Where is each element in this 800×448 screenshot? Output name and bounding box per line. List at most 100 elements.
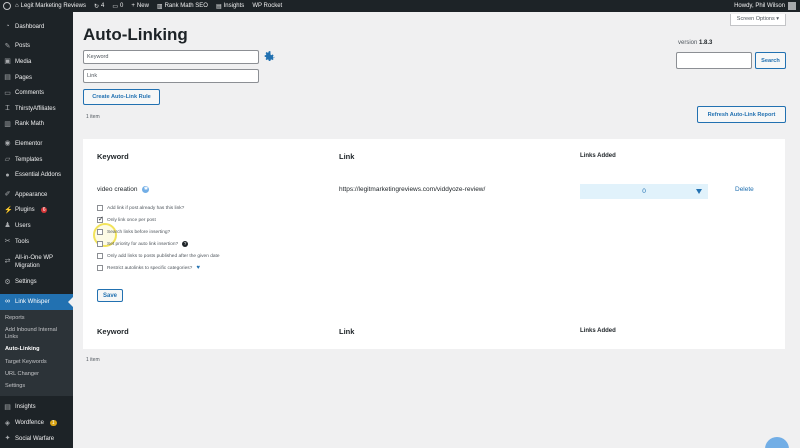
create-auto-link-rule-button[interactable]: Create Auto-Link Rule <box>83 89 160 105</box>
option-search-links[interactable]: Search links before inserting? <box>97 229 170 235</box>
wordpress-logo-icon[interactable] <box>3 2 11 10</box>
checkbox[interactable] <box>97 241 103 247</box>
auto-link-table: Keyword Link Links Added video creation … <box>83 139 785 349</box>
sidebar-item-dashboard[interactable]: ◔ Dashboard <box>0 19 73 35</box>
option-label: Search links before inserting? <box>107 229 171 235</box>
footer-header-keyword[interactable]: Keyword <box>97 327 129 336</box>
sidebar-item-wordfence[interactable]: ◈ Wordfence 1 <box>0 415 73 431</box>
save-button[interactable]: Save <box>97 289 123 302</box>
social-icon: ✦ <box>4 435 11 443</box>
sidebar-item-label: Plugins <box>15 207 35 214</box>
sidebar-item-media[interactable]: ▣ Media <box>0 54 73 70</box>
page-title: Auto-Linking <box>83 25 188 44</box>
link-input[interactable]: Link <box>83 69 259 83</box>
checkbox-checked[interactable] <box>97 215 104 223</box>
link-placeholder: Link <box>87 73 98 79</box>
new-label: New <box>136 3 149 9</box>
column-header-link[interactable]: Link <box>339 152 354 161</box>
footer-header-link[interactable]: Link <box>339 327 354 336</box>
updates-link[interactable]: ↻ 4 <box>90 0 108 12</box>
submenu-item-url-changer[interactable]: URL Changer <box>0 368 73 380</box>
option-date-restriction[interactable]: Only add links to posts published after … <box>97 253 220 259</box>
sidebar-item-rank-math[interactable]: ▥ Rank Math <box>0 117 73 133</box>
column-header-keyword[interactable]: Keyword <box>97 152 129 161</box>
search-button[interactable]: Search <box>755 52 786 69</box>
folder-icon: ▱ <box>4 156 11 164</box>
sidebar-item-settings[interactable]: ⚙ Settings <box>0 274 73 290</box>
settings-toggle-icon[interactable]: ✱ <box>142 186 150 193</box>
delete-link[interactable]: Delete <box>735 186 754 193</box>
sidebar-item-appearance[interactable]: ✐ Appearance <box>0 187 73 203</box>
pin-icon: ✎ <box>4 42 11 50</box>
option-label: Restrict autolinks to specific categorie… <box>107 265 193 271</box>
sidebar-item-link-whisper[interactable]: ∞ Link Whisper <box>0 293 73 310</box>
sidebar-item-label: Essential Addons <box>15 172 62 179</box>
option-add-link-if-exists[interactable]: Add link if post already has this link? <box>97 205 184 211</box>
keyword-value: video creation <box>97 186 138 193</box>
option-label: Only add links to posts published after … <box>107 253 220 259</box>
new-content-link[interactable]: + New <box>127 0 153 12</box>
checkbox[interactable] <box>97 265 103 271</box>
sidebar-item-label: Dashboard <box>15 23 45 30</box>
wp-rocket-link[interactable]: WP Rocket <box>248 0 286 12</box>
comment-icon: ▭ <box>112 3 119 10</box>
sidebar-item-elementor[interactable]: ◉ Elementor <box>0 136 73 152</box>
sidebar-item-users[interactable]: ♟ Users <box>0 218 73 234</box>
rank-math-link[interactable]: ▥ Rank Math SEO <box>153 0 212 12</box>
sidebar-item-label: Pages <box>15 74 33 81</box>
comments-link[interactable]: ▭ 0 <box>108 0 127 12</box>
plus-icon: + <box>131 3 135 9</box>
sidebar-item-thirstyaffiliates[interactable]: Ꮖ ThirstyAffiliates <box>0 101 73 117</box>
submenu-item-auto-linking[interactable]: Auto-Linking <box>0 344 73 356</box>
search-input[interactable] <box>676 52 752 69</box>
sidebar-item-social-warfare[interactable]: ✦ Social Warfare <box>0 431 73 447</box>
site-name-link[interactable]: ⌂ Legit Marketing Reviews <box>11 0 90 12</box>
links-added-dropdown[interactable]: 0 <box>580 184 708 199</box>
media-icon: ▣ <box>4 58 11 66</box>
refresh-auto-link-report-button[interactable]: Refresh Auto-Link Report <box>697 106 786 123</box>
sidebar-item-all-in-one-wp-migration[interactable]: ⇄ All-in-One WP Migration <box>0 249 73 274</box>
sidebar-item-tools[interactable]: ✂ Tools <box>0 234 73 250</box>
sidebar-item-label: Settings <box>15 279 37 286</box>
insights-link[interactable]: ▤ Insights <box>212 0 248 12</box>
submenu-item-settings[interactable]: Settings <box>0 380 73 392</box>
sidebar-item-label: ThirstyAffiliates <box>15 105 56 112</box>
sidebar-item-pages[interactable]: ▤ Pages <box>0 70 73 86</box>
comment-icon: ▭ <box>4 89 11 97</box>
version-label: version <box>678 40 698 46</box>
gear-icon[interactable] <box>262 50 276 64</box>
checkbox[interactable] <box>97 205 103 211</box>
checkbox[interactable] <box>97 229 103 235</box>
sidebar-item-label: Comments <box>15 90 45 97</box>
chart-icon: ▥ <box>4 120 11 128</box>
sidebar-item-posts[interactable]: ✎ Posts <box>0 39 73 55</box>
avatar <box>788 2 796 10</box>
help-icon[interactable]: ? <box>182 241 189 247</box>
shield-icon: ◈ <box>4 419 11 427</box>
option-only-link-once[interactable]: Only link once per post <box>97 215 156 223</box>
keyword-input[interactable]: Keyword <box>83 50 259 64</box>
sidebar-item-insights[interactable]: ▤ Insights <box>0 400 73 416</box>
sidebar-item-essential-addons[interactable]: ● Essential Addons <box>0 167 73 183</box>
sidebar-item-comments[interactable]: ▭ Comments <box>0 85 73 101</box>
option-set-priority[interactable]: Set priority for auto link insertion?? <box>97 241 189 247</box>
sidebar-item-plugins[interactable]: ⚡ Plugins 6 <box>0 203 73 219</box>
insights-icon: ▤ <box>4 403 11 411</box>
link-icon: ∞ <box>5 298 10 306</box>
sidebar-item-templates[interactable]: ▱ Templates <box>0 152 73 168</box>
checkbox[interactable] <box>97 253 103 259</box>
ea-icon: ● <box>5 171 10 179</box>
rank-math-label: Rank Math SEO <box>164 3 208 9</box>
submenu-item-reports[interactable]: Reports <box>0 313 73 325</box>
home-icon: ⌂ <box>15 3 19 9</box>
screen-options-button[interactable]: Screen Options ▾ <box>729 14 786 26</box>
option-restrict-categories[interactable]: Restrict autolinks to specific categorie… <box>97 265 200 271</box>
account-menu[interactable]: Howdy, Phil Wilson <box>734 2 800 10</box>
sidebar-item-label: Wordfence <box>15 420 44 427</box>
submenu-item-add-inbound-internal-links[interactable]: Add Inbound Internal Links <box>0 325 73 344</box>
sidebar-item-label: Social Warfare <box>15 435 55 442</box>
column-header-links-added[interactable]: Links Added <box>580 153 616 159</box>
submenu-item-target-keywords[interactable]: Target Keywords <box>0 356 73 368</box>
footer-header-links-added[interactable]: Links Added <box>580 328 616 334</box>
updates-icon: ↻ <box>94 3 100 10</box>
